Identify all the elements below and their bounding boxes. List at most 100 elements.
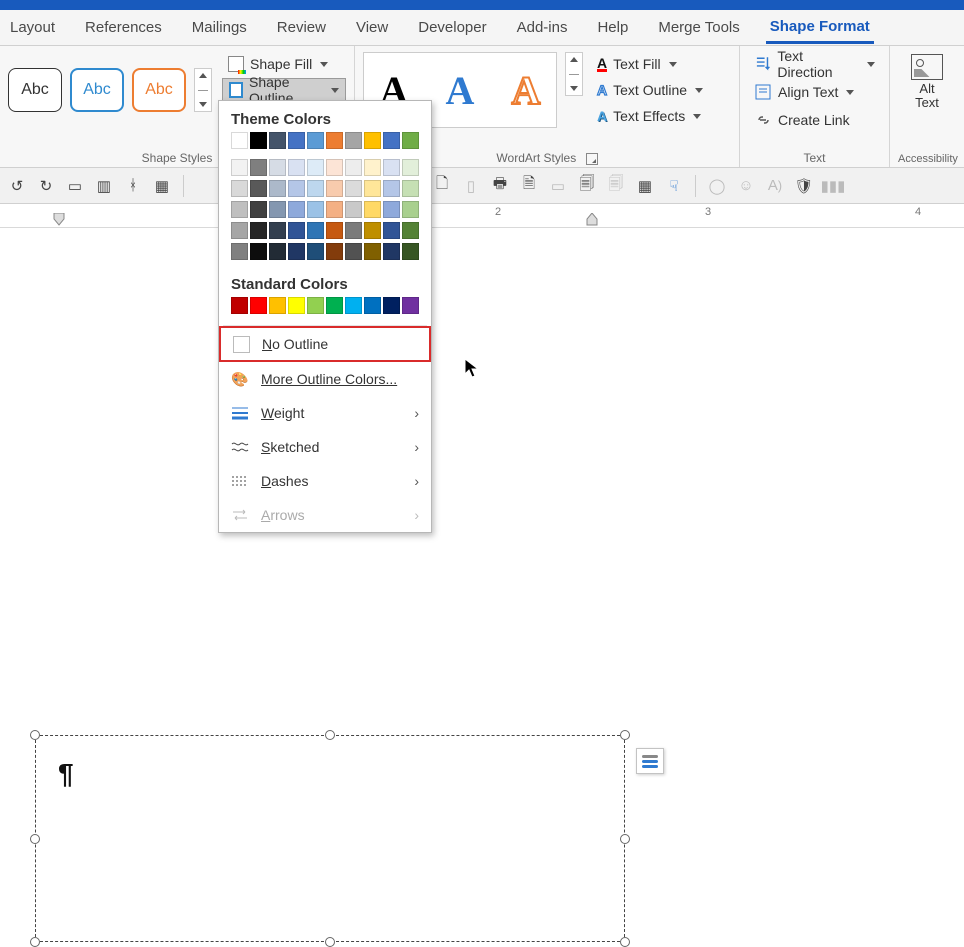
wordart-style-2[interactable]: A: [432, 64, 488, 116]
qat-btn[interactable]: ▯: [460, 175, 482, 197]
qat-btn[interactable]: ☺: [735, 175, 757, 197]
resize-handle[interactable]: [30, 834, 40, 844]
tab-developer[interactable]: Developer: [414, 13, 490, 42]
color-swatch[interactable]: [288, 243, 305, 260]
theme-shade-row[interactable]: [219, 178, 431, 199]
ruler[interactable]: 2 3 4: [0, 204, 964, 228]
color-swatch[interactable]: [383, 180, 400, 197]
qat-barcode[interactable]: ▮▮▮: [822, 175, 844, 197]
qat-btn[interactable]: 🛡: [793, 175, 815, 197]
tab-review[interactable]: Review: [273, 13, 330, 42]
text-box-shape[interactable]: ¶: [35, 735, 625, 942]
resize-handle[interactable]: [620, 834, 630, 844]
qat-table[interactable]: ▦: [151, 175, 173, 197]
alt-text-button[interactable]: Alt Text: [898, 52, 956, 112]
shape-fill-button[interactable]: Shape Fill: [222, 52, 346, 76]
text-direction-button[interactable]: Text Direction: [748, 52, 881, 76]
qat-btn[interactable]: ▦: [634, 175, 656, 197]
create-link-button[interactable]: Create Link: [748, 108, 881, 132]
qat-btn[interactable]: ◯: [706, 175, 728, 197]
theme-colors-row[interactable]: [219, 130, 431, 151]
qat-btn[interactable]: 🗋: [431, 175, 453, 197]
qat-btn[interactable]: 🗐: [605, 175, 627, 197]
align-text-button[interactable]: Align Text: [748, 80, 881, 104]
color-swatch[interactable]: [250, 297, 267, 314]
color-swatch[interactable]: [345, 243, 362, 260]
color-swatch[interactable]: [307, 243, 324, 260]
color-swatch[interactable]: [345, 222, 362, 239]
color-swatch[interactable]: [326, 243, 343, 260]
resize-handle[interactable]: [620, 730, 630, 740]
wordart-gallery-more[interactable]: [565, 52, 583, 96]
tab-references[interactable]: References: [81, 13, 166, 42]
color-swatch[interactable]: [326, 201, 343, 218]
color-swatch[interactable]: [383, 243, 400, 260]
color-swatch[interactable]: [307, 201, 324, 218]
color-swatch[interactable]: [307, 159, 324, 176]
color-swatch[interactable]: [307, 180, 324, 197]
qat-touch[interactable]: ☟: [663, 175, 685, 197]
document-area[interactable]: ¶: [0, 228, 964, 784]
color-swatch[interactable]: [345, 159, 362, 176]
color-swatch[interactable]: [364, 243, 381, 260]
color-swatch[interactable]: [402, 132, 419, 149]
color-swatch[interactable]: [345, 132, 362, 149]
style-gallery-more[interactable]: [194, 68, 212, 112]
color-swatch[interactable]: [402, 180, 419, 197]
color-swatch[interactable]: [288, 297, 305, 314]
indent-marker-left[interactable]: [50, 213, 70, 227]
color-swatch[interactable]: [250, 243, 267, 260]
indent-marker-right[interactable]: [585, 213, 601, 227]
color-swatch[interactable]: [402, 243, 419, 260]
color-swatch[interactable]: [231, 201, 248, 218]
standard-colors-row[interactable]: [219, 295, 431, 316]
resize-handle[interactable]: [620, 937, 630, 947]
color-swatch[interactable]: [269, 159, 286, 176]
resize-handle[interactable]: [325, 937, 335, 947]
qat-btn[interactable]: ▥: [93, 175, 115, 197]
color-swatch[interactable]: [383, 132, 400, 149]
color-swatch[interactable]: [269, 243, 286, 260]
qat-btn[interactable]: 🗐: [576, 175, 598, 197]
color-swatch[interactable]: [326, 180, 343, 197]
color-swatch[interactable]: [364, 159, 381, 176]
color-swatch[interactable]: [250, 222, 267, 239]
color-swatch[interactable]: [250, 159, 267, 176]
color-swatch[interactable]: [269, 201, 286, 218]
color-swatch[interactable]: [402, 159, 419, 176]
qat-readaloud[interactable]: A): [764, 175, 786, 197]
shape-style-gallery[interactable]: Abc Abc Abc: [8, 52, 212, 128]
color-swatch[interactable]: [288, 180, 305, 197]
wordart-style-3[interactable]: A: [498, 64, 554, 116]
color-swatch[interactable]: [250, 132, 267, 149]
color-swatch[interactable]: [231, 159, 248, 176]
color-swatch[interactable]: [364, 297, 381, 314]
qat-undo[interactable]: ↺: [6, 175, 28, 197]
color-swatch[interactable]: [269, 297, 286, 314]
style-thumb-2[interactable]: Abc: [70, 68, 124, 112]
tab-help[interactable]: Help: [593, 13, 632, 42]
theme-shade-row[interactable]: [219, 220, 431, 241]
color-swatch[interactable]: [364, 201, 381, 218]
color-swatch[interactable]: [345, 180, 362, 197]
wordart-dialog-launcher[interactable]: [586, 153, 598, 165]
tab-addins[interactable]: Add-ins: [513, 13, 572, 42]
color-swatch[interactable]: [364, 180, 381, 197]
color-swatch[interactable]: [326, 297, 343, 314]
more-outline-colors-item[interactable]: 🎨 More Outline Colors...: [219, 362, 431, 396]
color-swatch[interactable]: [307, 222, 324, 239]
color-swatch[interactable]: [288, 132, 305, 149]
color-swatch[interactable]: [364, 222, 381, 239]
theme-shade-row[interactable]: [219, 241, 431, 262]
layout-options-button[interactable]: [636, 748, 664, 774]
color-swatch[interactable]: [231, 132, 248, 149]
color-swatch[interactable]: [231, 297, 248, 314]
color-swatch[interactable]: [402, 297, 419, 314]
color-swatch[interactable]: [345, 201, 362, 218]
qat-btn[interactable]: ᚼ: [122, 175, 144, 197]
color-swatch[interactable]: [231, 222, 248, 239]
color-swatch[interactable]: [288, 159, 305, 176]
color-swatch[interactable]: [326, 222, 343, 239]
tab-view[interactable]: View: [352, 13, 392, 42]
qat-btn[interactable]: 🗎: [518, 175, 540, 197]
